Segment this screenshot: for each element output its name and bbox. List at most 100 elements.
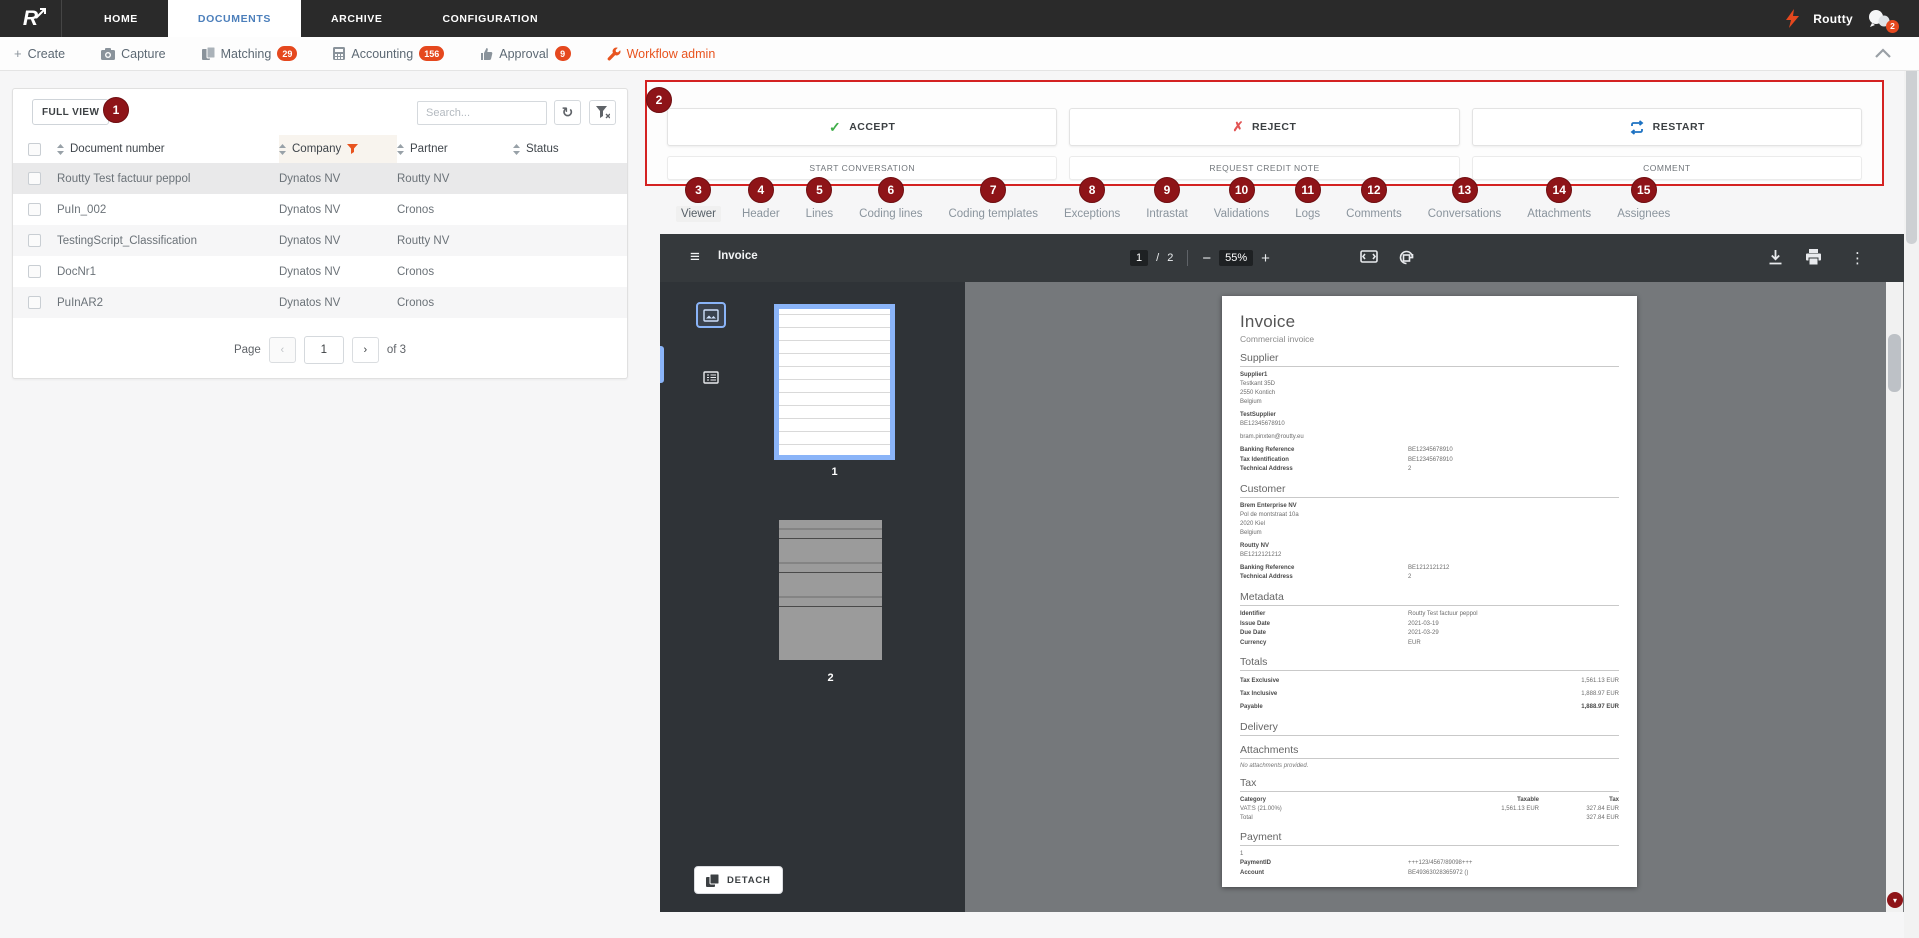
clear-filter-button[interactable] [589,100,616,125]
row-checkbox[interactable] [28,234,41,247]
detach-button[interactable]: DETACH [694,866,783,894]
chat-button[interactable]: 2 [1867,9,1893,29]
page-scrollbar-thumb[interactable] [1906,59,1917,244]
chat-count-badge: 2 [1886,20,1899,33]
restart-button[interactable]: RESTART [1472,108,1862,146]
workflow-admin-label: Workflow admin [627,47,716,61]
column-header-company[interactable]: Company [279,135,397,163]
fit-to-width-button[interactable] [1360,249,1378,264]
matching-label: Matching [221,47,272,61]
select-all-checkbox[interactable] [28,143,41,156]
accept-button[interactable]: ✓ ACCEPT [667,108,1057,146]
annotation-circle-1: 1 [103,97,129,123]
tab-validations[interactable]: 10Validations [1209,177,1274,222]
thumbnails-panel-button[interactable] [696,302,726,328]
tab-exceptions[interactable]: 8Exceptions [1059,177,1125,222]
column-header-partner[interactable]: Partner [397,143,513,155]
tab-conversations[interactable]: 13Conversations [1423,177,1507,222]
create-button[interactable]: + Create [14,46,65,61]
prev-page-button[interactable]: ‹ [269,337,296,363]
approval-button[interactable]: Approval 9 [480,46,570,61]
search-input[interactable] [417,101,547,125]
tab-lines[interactable]: 5Lines [801,177,839,222]
totals-heading: Totals [1240,656,1619,671]
tab-assignees[interactable]: 15Assignees [1612,177,1675,222]
scroll-down-indicator[interactable]: ▾ [1887,892,1903,908]
table-row[interactable]: PuIn_002 Dynatos NV Cronos [13,194,627,225]
nav-right: Routty 2 [1786,0,1919,37]
tab-header[interactable]: 4Header [737,177,785,222]
tab-comments[interactable]: 12Comments [1341,177,1407,222]
camera-icon [101,48,115,60]
invoice-page[interactable]: Invoice Commercial invoice Supplier Supp… [1222,296,1637,887]
tab-coding-lines[interactable]: 6Coding lines [854,177,927,222]
tab-logs[interactable]: 11Logs [1290,177,1325,222]
capture-button[interactable]: Capture [101,47,165,61]
accounting-count-badge: 156 [419,46,444,61]
column-header-status[interactable]: Status [513,143,627,155]
collapse-toolbar-chevron-up-icon[interactable] [1875,45,1891,63]
top-nav: R HOME DOCUMENTS ARCHIVE CONFIGURATION R… [0,0,1919,37]
row-checkbox[interactable] [28,265,41,278]
reject-button[interactable]: ✗ REJECT [1069,108,1459,146]
current-page-box[interactable]: 1 [1130,250,1148,266]
print-button[interactable] [1805,249,1822,265]
page-scrollbar[interactable] [1904,37,1919,938]
tab-attachments[interactable]: 14Attachments [1522,177,1596,222]
table-row[interactable]: PuInAR2 Dynatos NV Cronos [13,287,627,318]
row-checkbox[interactable] [28,203,41,216]
tab-viewer[interactable]: 3Viewer [676,177,721,222]
active-filter-funnel-icon[interactable] [347,144,358,154]
pdf-document-title: Invoice [718,250,758,262]
viewer-scrollbar[interactable] [1886,282,1903,912]
page-number-input[interactable] [304,336,344,364]
zoom-out-button[interactable]: − [1202,250,1211,267]
table-row[interactable]: DocNr1 Dynatos NV Cronos [13,256,627,287]
restart-loop-icon [1629,120,1645,135]
refresh-button[interactable]: ↻ [554,100,581,125]
nav-tab-archive[interactable]: ARCHIVE [301,0,412,37]
annotation-circle-10: 10 [1229,177,1255,203]
row-checkbox[interactable] [28,172,41,185]
tab-coding-templates[interactable]: 7Coding templates [943,177,1043,222]
table-row[interactable]: Routty Test factuur peppol Dynatos NV Ro… [13,163,627,194]
matching-pages-icon [202,47,215,60]
outline-panel-button[interactable] [696,364,726,390]
calculator-icon [333,47,345,60]
nav-tab-documents[interactable]: DOCUMENTS [168,0,301,37]
workflow-admin-button[interactable]: Workflow admin [607,47,716,61]
tab-intrastat[interactable]: 9Intrastat [1141,177,1193,222]
zoom-level-box[interactable]: 55% [1219,250,1253,266]
page-1-thumbnail[interactable] [774,304,895,460]
next-page-button[interactable]: › [352,337,379,363]
column-header-document-number[interactable]: Document number [57,143,279,155]
more-options-button[interactable]: ⋮ [1850,249,1865,267]
row-checkbox[interactable] [28,296,41,309]
logo-arrow-icon [35,7,47,19]
sort-icon[interactable] [57,144,64,155]
matching-button[interactable]: Matching 29 [202,46,298,61]
metadata-heading: Metadata [1240,591,1619,606]
documents-table: Document number Company Partner Status R… [13,135,627,318]
sort-icon[interactable] [397,144,404,155]
sort-icon[interactable] [513,144,520,155]
sort-icon[interactable] [279,144,286,155]
rotate-button[interactable] [1398,249,1415,266]
menu-hamburger-icon[interactable]: ≡ [690,247,700,267]
download-button[interactable] [1768,249,1783,265]
download-icon [1768,249,1783,265]
app-logo[interactable]: R [0,0,62,37]
nav-tab-configuration[interactable]: CONFIGURATION [412,0,568,37]
full-view-button[interactable]: FULL VIEW [32,99,109,125]
annotation-circle-9: 9 [1154,177,1180,203]
accounting-button[interactable]: Accounting 156 [333,46,444,61]
user-tenant-name[interactable]: Routty [1813,12,1853,26]
annotation-circle-15: 15 [1631,177,1657,203]
table-row[interactable]: TestingScript_Classification Dynatos NV … [13,225,627,256]
viewer-scrollbar-thumb[interactable] [1888,334,1901,392]
page-2-thumbnail[interactable] [779,520,882,660]
nav-tab-home[interactable]: HOME [74,0,168,37]
zoom-in-button[interactable]: + [1261,250,1270,267]
rotate-icon [1398,249,1415,266]
document-detail-tabs: 3Viewer 4Header 5Lines 6Coding lines 7Co… [676,177,1675,222]
